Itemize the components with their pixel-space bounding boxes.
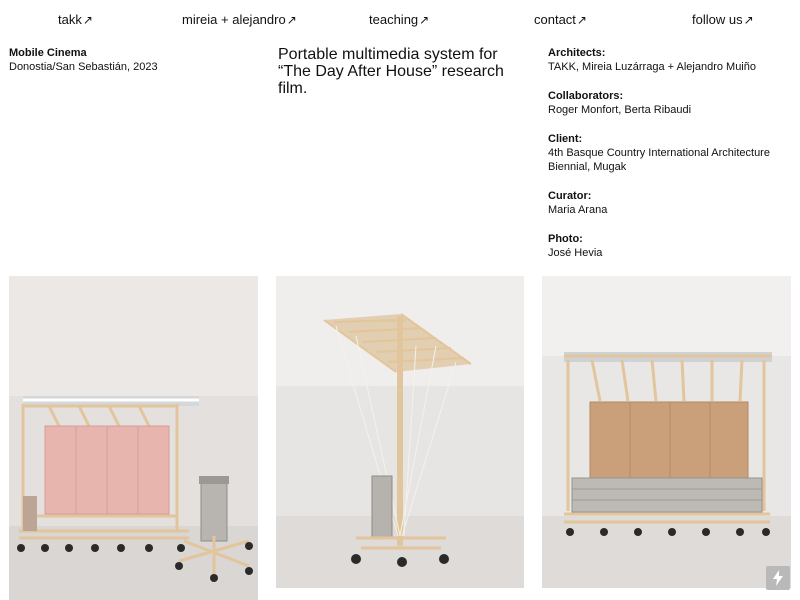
- photo-mobile-cinema-front: [542, 276, 791, 588]
- nav-takk-label: takk: [58, 12, 82, 27]
- project-photo-1[interactable]: [9, 276, 258, 600]
- credit-value: Roger Monfort, Berta Ribaudi: [548, 104, 692, 116]
- lightning-bolt-icon: [773, 570, 783, 586]
- credit-architects: Architects: TAKK, Mireia Luzárraga + Ale…: [548, 46, 788, 74]
- project-header: Mobile Cinema Donostia/San Sebastián, 20…: [9, 46, 259, 74]
- credit-label: Photo:: [548, 233, 583, 245]
- credit-client: Client: 4th Basque Country International…: [548, 132, 788, 174]
- nav-follow-link[interactable]: follow us↗: [692, 12, 754, 28]
- credits-list: Architects: TAKK, Mireia Luzárraga + Ale…: [548, 46, 788, 275]
- arrow-up-right-icon: ↗: [286, 13, 297, 27]
- credit-collaborators: Collaborators: Roger Monfort, Berta Riba…: [548, 89, 788, 117]
- credit-value: 4th Basque Country International Archite…: [548, 147, 770, 173]
- nav-contact-label: contact: [534, 12, 576, 27]
- credit-value: TAKK, Mireia Luzárraga + Alejandro Muiño: [548, 61, 756, 73]
- arrow-up-right-icon: ↗: [419, 13, 430, 27]
- credit-value: Maria Arana: [548, 204, 608, 216]
- nav-founders-link[interactable]: mireia + alejandro↗: [182, 12, 297, 28]
- lightning-bolt-button[interactable]: [766, 566, 790, 590]
- photo-mobile-cinema-side: [276, 276, 524, 588]
- project-location-year: Donostia/San Sebastián, 2023: [9, 61, 158, 73]
- nav-follow-label: follow us: [692, 12, 743, 27]
- arrow-up-right-icon: ↗: [743, 13, 754, 27]
- nav-teaching-link[interactable]: teaching↗: [369, 12, 429, 28]
- credit-photo: Photo: José Hevia: [548, 232, 788, 260]
- nav-contact-link[interactable]: contact↗: [534, 12, 587, 28]
- project-photo-3[interactable]: [542, 276, 791, 588]
- credit-label: Collaborators:: [548, 90, 624, 102]
- project-description: Portable multimedia system for “The Day …: [278, 46, 504, 97]
- arrow-up-right-icon: ↗: [576, 13, 587, 27]
- nav-founders-label: mireia + alejandro: [182, 12, 286, 27]
- arrow-up-right-icon: ↗: [82, 13, 93, 27]
- credit-label: Client:: [548, 133, 583, 145]
- credit-value: José Hevia: [548, 247, 603, 259]
- credit-label: Architects:: [548, 47, 606, 59]
- credit-curator: Curator: Maria Arana: [548, 189, 788, 217]
- nav-takk-link[interactable]: takk↗: [58, 12, 93, 28]
- credit-label: Curator:: [548, 190, 592, 202]
- project-title: Mobile Cinema: [9, 47, 87, 59]
- nav-teaching-label: teaching: [369, 12, 419, 27]
- project-photo-2[interactable]: [276, 276, 524, 588]
- photo-mobile-cinema-pink: [9, 276, 258, 600]
